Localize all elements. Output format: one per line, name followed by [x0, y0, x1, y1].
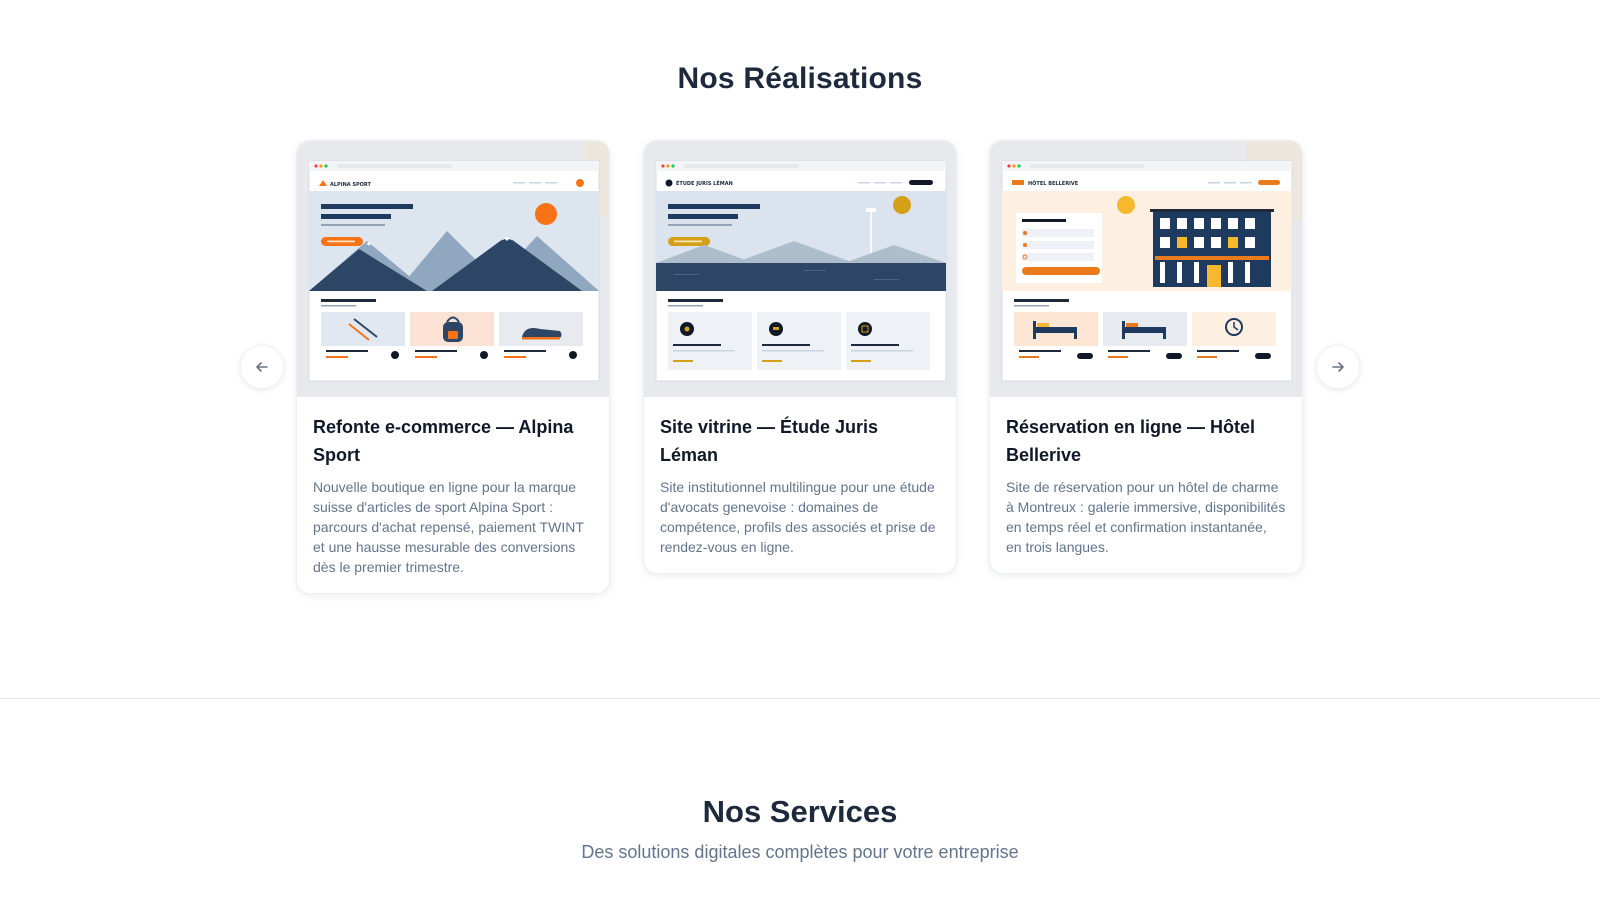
project-title: Site vitrine — Étude Juris Léman: [660, 417, 879, 465]
arrow-left-icon: [256, 362, 268, 372]
project-thumbnail: ALPINA SPORT: [297, 141, 609, 397]
project-thumbnail: HÔTEL BELLERIVE: [990, 141, 1302, 397]
project-title: Réservation en ligne — Hôtel Bellerive: [1006, 417, 1256, 465]
section-divider: [0, 698, 1600, 699]
project-card-juris-leman[interactable]: ÉTUDE JURIS LÉMAN Site vitrine — Étude J…: [643, 140, 957, 574]
website-mockup-image: ALPINA SPORT: [297, 141, 609, 397]
project-description: Site de réservation pour un hôtel de cha…: [1006, 479, 1286, 555]
website-mockup-image: ÉTUDE JURIS LÉMAN: [644, 141, 956, 397]
services-title: Nos Services: [702, 794, 898, 829]
project-description: Site institutionnel multilingue pour une…: [660, 479, 936, 555]
website-mockup-image: HÔTEL BELLERIVE: [990, 141, 1302, 397]
arrow-right-icon: [1332, 362, 1344, 372]
project-title: Refonte e-commerce — Alpina Sport: [313, 417, 574, 465]
project-thumbnail: ÉTUDE JURIS LÉMAN: [644, 141, 956, 397]
project-description: Nouvelle boutique en ligne pour la marqu…: [313, 479, 584, 575]
svg-text:HÔTEL BELLERIVE: HÔTEL BELLERIVE: [1028, 180, 1079, 187]
project-card-hotel-bellerive[interactable]: HÔTEL BELLERIVE Réservation en ligne — H…: [989, 140, 1303, 574]
carousel-next-button[interactable]: [1316, 345, 1360, 389]
svg-text:ÉTUDE JURIS LÉMAN: ÉTUDE JURIS LÉMAN: [676, 179, 733, 187]
realisations-title: Nos Réalisations: [677, 62, 923, 95]
services-subtitle: Des solutions digitales complètes pour v…: [581, 842, 1019, 862]
carousel-prev-button[interactable]: [240, 345, 284, 389]
project-card-alpina-sport[interactable]: ALPINA SPORT Refonte e-commerce — Alpina…: [296, 140, 610, 594]
svg-text:ALPINA SPORT: ALPINA SPORT: [330, 182, 372, 188]
